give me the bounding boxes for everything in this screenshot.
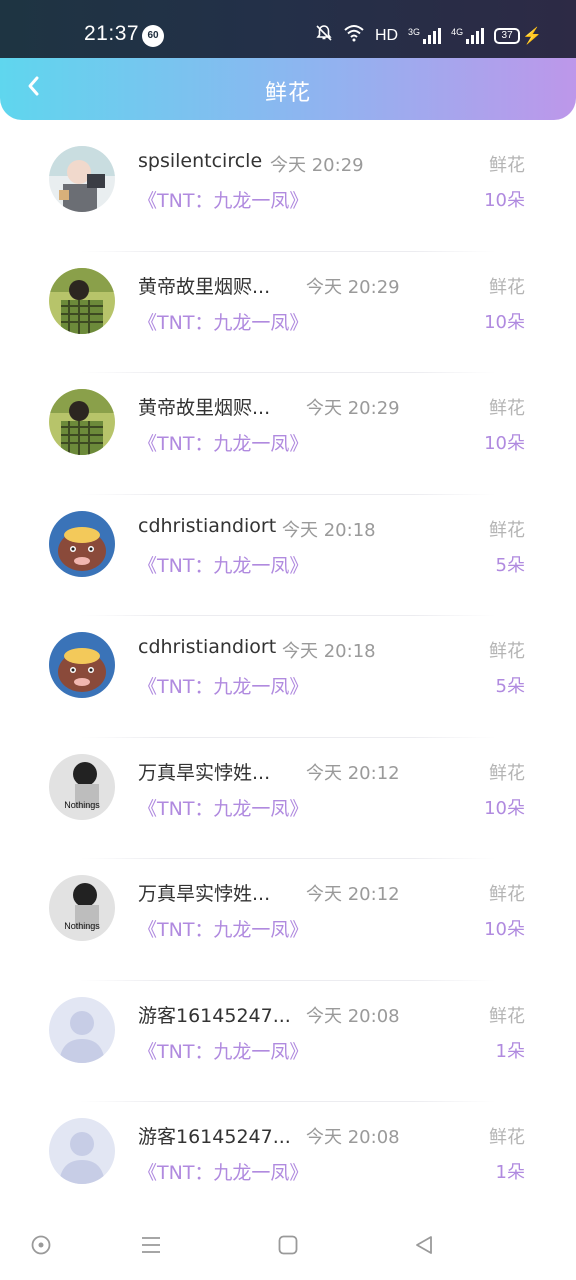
work-title: 《TNT：九龙一凤》 [138, 311, 309, 334]
record-time: 今天 20:08 [306, 1127, 400, 1148]
gift-quantity: 10朵 [484, 433, 525, 454]
user-name: 黄帝故里烟赆... [138, 397, 271, 419]
svg-text:Nothings: Nothings [64, 921, 100, 931]
home-button[interactable] [271, 1230, 305, 1264]
navigation-bar: 鲜花 [0, 58, 576, 120]
user-avatar [49, 996, 115, 1063]
page-title: 鲜花 [264, 81, 311, 106]
list-item[interactable]: cdhristiandiort 今天 20:18 鲜花 《TNT：九龙一凤》 5… [0, 495, 576, 616]
status-bar: 21:37 60 HD 3G 4G 37 ⚡ [0, 0, 576, 58]
gift-quantity: 5朵 [495, 554, 525, 576]
work-title: 《TNT：九龙一凤》 [138, 554, 309, 577]
menu-icon [140, 1235, 162, 1259]
gift-type: 鲜花 [489, 1127, 525, 1148]
assistant-button[interactable] [24, 1230, 58, 1264]
gift-quantity: 10朵 [484, 919, 525, 940]
user-name: 万真旱实悖姓... [138, 883, 271, 905]
gift-type: 鲜花 [489, 884, 525, 905]
user-avatar [49, 389, 115, 455]
user-avatar [49, 510, 115, 577]
gift-quantity: 10朵 [484, 797, 525, 819]
gift-type: 鲜花 [489, 155, 525, 176]
work-title: 《TNT：九龙一凤》 [138, 433, 309, 455]
gift-type: 鲜花 [489, 276, 525, 298]
status-icons: HD 3G 4G 37 ⚡ [315, 24, 542, 47]
record-time: 今天 20:29 [306, 398, 400, 419]
work-title: 《TNT：九龙一凤》 [138, 1040, 309, 1063]
header-bar: 21:37 60 HD 3G 4G 37 ⚡ 鲜花 [0, 0, 576, 120]
circle-dot-icon [30, 1234, 52, 1260]
signal-4g-icon: 4G [451, 27, 485, 44]
record-time: 今天 20:12 [306, 884, 400, 905]
list-item[interactable]: 黄帝故里烟赆... 今天 20:29 鲜花 《TNT：九龙一凤》 10朵 [0, 252, 576, 373]
wifi-icon [343, 24, 365, 47]
user-name: cdhristiandiort [138, 636, 277, 658]
back-triangle-icon [413, 1234, 435, 1260]
work-title: 《TNT：九龙一凤》 [138, 1162, 309, 1184]
gift-type: 鲜花 [489, 398, 525, 419]
status-time: 21:37 [84, 22, 140, 45]
notification-badge: 60 [142, 25, 164, 47]
mute-bell-icon [315, 24, 333, 47]
user-avatar: Nothings [49, 753, 115, 820]
user-name: 万真旱实悖姓... [138, 761, 271, 784]
user-avatar [49, 267, 115, 334]
user-name: 游客16145247... [138, 1126, 291, 1148]
work-title: 《TNT：九龙一凤》 [138, 919, 309, 941]
network-label: HD [374, 26, 399, 44]
user-avatar [49, 146, 115, 212]
list-item[interactable]: 游客16145247... 今天 20:08 鲜花 《TNT：九龙一凤》 1朵 [0, 981, 576, 1102]
gift-type: 鲜花 [489, 1005, 525, 1027]
record-time: 今天 20:18 [282, 641, 376, 662]
record-time: 今天 20:29 [306, 276, 400, 298]
user-avatar: Nothings [49, 875, 115, 941]
record-time: 今天 20:08 [306, 1005, 400, 1027]
work-title: 《TNT：九龙一凤》 [138, 797, 309, 820]
list-item[interactable]: 游客16145247... 今天 20:08 鲜花 《TNT：九龙一凤》 1朵 [0, 1102, 576, 1224]
user-avatar [49, 632, 115, 698]
gift-type: 鲜花 [489, 762, 525, 784]
list-item[interactable]: Nothings 万真旱实悖姓... 今天 20:12 鲜花 《TNT：九龙一凤… [0, 738, 576, 859]
gift-type: 鲜花 [489, 519, 525, 541]
gift-quantity: 1朵 [495, 1040, 525, 1062]
gift-quantity: 10朵 [484, 311, 525, 333]
battery-icon: 37 ⚡ [494, 26, 542, 46]
gift-type: 鲜花 [489, 641, 525, 662]
system-navigation-bar [0, 1210, 576, 1280]
user-name: 游客16145247... [138, 1004, 291, 1027]
record-time: 今天 20:18 [282, 519, 376, 541]
gift-quantity: 1朵 [495, 1162, 525, 1183]
list-item[interactable]: 黄帝故里烟赆... 今天 20:29 鲜花 《TNT：九龙一凤》 10朵 [0, 373, 576, 495]
work-title: 《TNT：九龙一凤》 [138, 190, 309, 212]
system-back-button[interactable] [407, 1230, 441, 1264]
user-name: cdhristiandiort [138, 514, 277, 537]
user-avatar [49, 1118, 115, 1184]
record-time: 今天 20:12 [306, 762, 400, 784]
list-item[interactable]: spsilentcircle 今天 20:29 鲜花 《TNT：九龙一凤》 10… [0, 130, 576, 252]
user-name: 黄帝故里烟赆... [138, 275, 271, 298]
menu-button[interactable] [134, 1230, 168, 1264]
gift-quantity: 10朵 [484, 190, 525, 211]
work-title: 《TNT：九龙一凤》 [138, 676, 309, 698]
flower-record-list: spsilentcircle 今天 20:29 鲜花 《TNT：九龙一凤》 10… [0, 130, 576, 1224]
gift-quantity: 5朵 [495, 676, 525, 697]
home-square-icon [277, 1234, 299, 1260]
signal-3g-icon: 3G [408, 27, 442, 44]
user-name: spsilentcircle [138, 150, 263, 172]
svg-text:Nothings: Nothings [64, 800, 100, 810]
list-item[interactable]: Nothings 万真旱实悖姓... 今天 20:12 鲜花 《TNT：九龙一凤… [0, 859, 576, 981]
list-item[interactable]: cdhristiandiort 今天 20:18 鲜花 《TNT：九龙一凤》 5… [0, 616, 576, 738]
record-time: 今天 20:29 [270, 155, 364, 176]
